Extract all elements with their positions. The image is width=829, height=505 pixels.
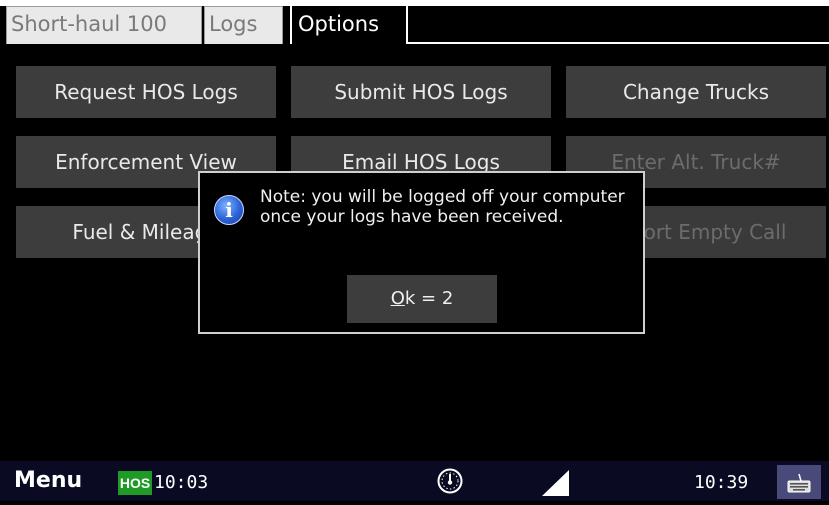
tab-label: Short-haul 100 [11, 12, 168, 36]
ok-label: k = 2 [404, 288, 454, 309]
hos-time: 10:03 [154, 472, 209, 493]
ok-accelerator: O [390, 288, 405, 309]
tab-label: Options [298, 12, 380, 36]
submit-hos-logs-button[interactable]: Submit HOS Logs [291, 66, 551, 118]
tab-short-haul-100[interactable]: Short-haul 100 [6, 6, 202, 44]
change-trucks-button[interactable]: Change Trucks [566, 66, 826, 118]
keyboard-button[interactable] [777, 465, 821, 499]
note-dialog: i Note: you will be logged off your comp… [198, 171, 645, 334]
tab-bar: Short-haul 100 Logs Options [0, 0, 829, 46]
ok-button[interactable]: Ok = 2 [347, 275, 497, 323]
gauge-icon[interactable] [437, 468, 463, 494]
tab-logs[interactable]: Logs [204, 6, 283, 44]
tab-label: Logs [209, 12, 258, 36]
tab-options[interactable]: Options [290, 4, 408, 46]
status-bar: Menu HOS 10:03 10:39 [0, 461, 829, 501]
menu-button[interactable]: Menu [0, 461, 104, 501]
clock: 10:39 [694, 472, 749, 493]
dialog-message: Note: you will be logged off your comput… [260, 187, 625, 227]
info-icon: i [214, 195, 244, 225]
keyboard-icon [787, 473, 811, 493]
request-hos-logs-button[interactable]: Request HOS Logs [16, 66, 276, 118]
hos-badge: HOS [118, 471, 152, 495]
signal-icon [542, 470, 569, 496]
